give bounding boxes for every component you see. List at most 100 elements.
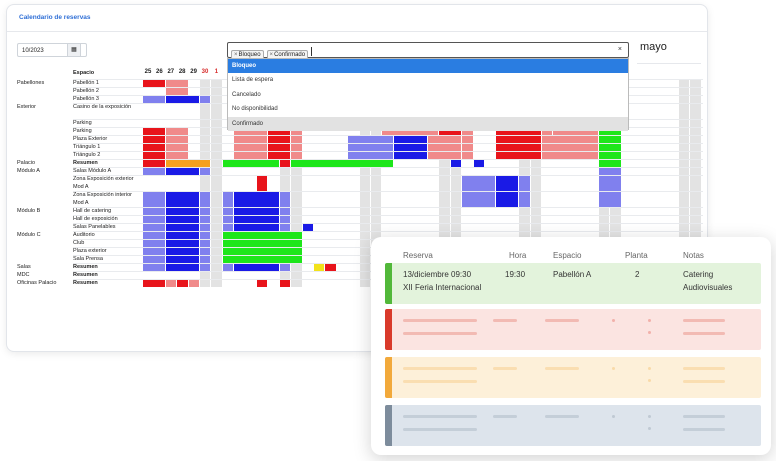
booking-cell[interactable] — [439, 168, 450, 175]
booking-cell[interactable] — [462, 192, 496, 207]
booking-cell[interactable] — [211, 248, 222, 255]
booking-cell[interactable] — [530, 168, 541, 175]
booking-cell[interactable] — [165, 208, 199, 215]
booking-cell[interactable] — [359, 240, 370, 247]
booking-cell[interactable] — [530, 224, 541, 231]
booking-cell[interactable] — [234, 264, 279, 271]
booking-cell[interactable] — [200, 224, 211, 231]
clear-icon[interactable]: × — [618, 46, 622, 53]
booking-cell[interactable] — [234, 152, 268, 159]
booking-cell[interactable] — [359, 264, 370, 271]
booking-cell[interactable] — [165, 168, 199, 175]
booking-cell[interactable] — [222, 224, 234, 231]
booking-cell[interactable] — [291, 224, 302, 231]
booking-cell[interactable] — [519, 208, 530, 215]
booking-cell[interactable] — [473, 160, 484, 167]
booking-cell[interactable] — [678, 168, 690, 175]
booking-cell[interactable] — [222, 232, 302, 239]
booking-cell[interactable] — [222, 216, 234, 223]
booking-cell[interactable] — [211, 264, 222, 271]
booking-cell[interactable] — [348, 152, 393, 159]
booking-cell[interactable] — [678, 208, 690, 215]
booking-cell[interactable] — [610, 216, 621, 223]
booking-cell[interactable] — [200, 232, 211, 239]
booking-cell[interactable] — [314, 264, 325, 271]
booking-cell[interactable] — [291, 144, 302, 151]
booking-cell[interactable] — [348, 136, 393, 143]
booking-cell[interactable] — [359, 280, 370, 287]
booking-cell[interactable] — [211, 88, 222, 95]
booking-cell[interactable] — [200, 144, 211, 151]
booking-cell[interactable] — [519, 176, 530, 191]
booking-cell[interactable] — [165, 280, 177, 287]
booking-cell[interactable] — [200, 104, 211, 119]
booking-cell[interactable] — [428, 152, 462, 159]
booking-cell[interactable] — [268, 152, 291, 159]
booking-cell[interactable] — [165, 96, 199, 103]
booking-cell[interactable] — [143, 136, 165, 143]
booking-cell[interactable] — [496, 192, 519, 207]
booking-cell[interactable] — [143, 216, 165, 223]
booking-cell[interactable] — [143, 280, 165, 287]
option-bloqueo[interactable]: Bloqueo — [228, 59, 628, 74]
booking-cell[interactable] — [519, 168, 530, 175]
option-confirmado[interactable]: Confirmado — [228, 116, 628, 131]
booking-cell[interactable] — [371, 224, 382, 231]
booking-cell[interactable] — [211, 144, 222, 151]
booking-cell[interactable] — [200, 240, 211, 247]
booking-cell[interactable] — [371, 208, 382, 215]
booking-cell[interactable] — [599, 224, 610, 231]
booking-cell[interactable] — [678, 104, 690, 119]
booking-cell[interactable] — [599, 208, 610, 215]
booking-cell[interactable] — [359, 176, 370, 191]
booking-cell[interactable] — [143, 232, 165, 239]
booking-cell[interactable] — [234, 136, 268, 143]
booking-cell[interactable] — [143, 248, 165, 255]
booking-cell[interactable] — [211, 216, 222, 223]
booking-cell[interactable] — [439, 160, 450, 167]
booking-cell[interactable] — [690, 80, 701, 87]
booking-cell[interactable] — [211, 232, 222, 239]
booking-cell[interactable] — [599, 136, 621, 143]
booking-cell[interactable] — [530, 176, 541, 191]
reservation-row-placeholder[interactable] — [385, 309, 761, 350]
booking-cell[interactable] — [678, 176, 690, 191]
booking-cell[interactable] — [143, 96, 165, 103]
booking-cell[interactable] — [496, 144, 541, 151]
booking-cell[interactable] — [690, 192, 701, 207]
booking-cell[interactable] — [439, 176, 450, 191]
booking-cell[interactable] — [177, 280, 188, 287]
booking-cell[interactable] — [279, 280, 291, 287]
booking-cell[interactable] — [678, 120, 690, 127]
booking-cell[interactable] — [610, 224, 621, 231]
booking-cell[interactable] — [690, 144, 701, 151]
booking-cell[interactable] — [599, 216, 610, 223]
booking-cell[interactable] — [371, 168, 382, 175]
calendar-icon[interactable]: ▦ — [67, 43, 81, 57]
booking-cell[interactable] — [462, 144, 473, 151]
booking-cell[interactable] — [165, 88, 188, 95]
booking-cell[interactable] — [165, 128, 188, 135]
booking-cell[interactable] — [211, 80, 222, 87]
booking-cell[interactable] — [325, 264, 336, 271]
booking-cell[interactable] — [211, 120, 222, 127]
booking-cell[interactable] — [234, 192, 279, 207]
booking-cell[interactable] — [530, 192, 541, 207]
booking-cell[interactable] — [690, 104, 701, 119]
booking-cell[interactable] — [200, 168, 211, 175]
booking-cell[interactable] — [690, 88, 701, 95]
reservation-row-placeholder[interactable] — [385, 405, 761, 446]
booking-cell[interactable] — [462, 136, 473, 143]
booking-cell[interactable] — [200, 80, 211, 87]
booking-cell[interactable] — [234, 144, 268, 151]
booking-cell[interactable] — [200, 264, 211, 271]
booking-cell[interactable] — [462, 152, 473, 159]
booking-cell[interactable] — [211, 136, 222, 143]
booking-cell[interactable] — [690, 152, 701, 159]
booking-cell[interactable] — [450, 192, 462, 207]
booking-cell[interactable] — [211, 128, 222, 135]
booking-cell[interactable] — [165, 248, 199, 255]
booking-cell[interactable] — [211, 96, 222, 103]
booking-cell[interactable] — [165, 264, 199, 271]
booking-cell[interactable] — [279, 208, 291, 215]
